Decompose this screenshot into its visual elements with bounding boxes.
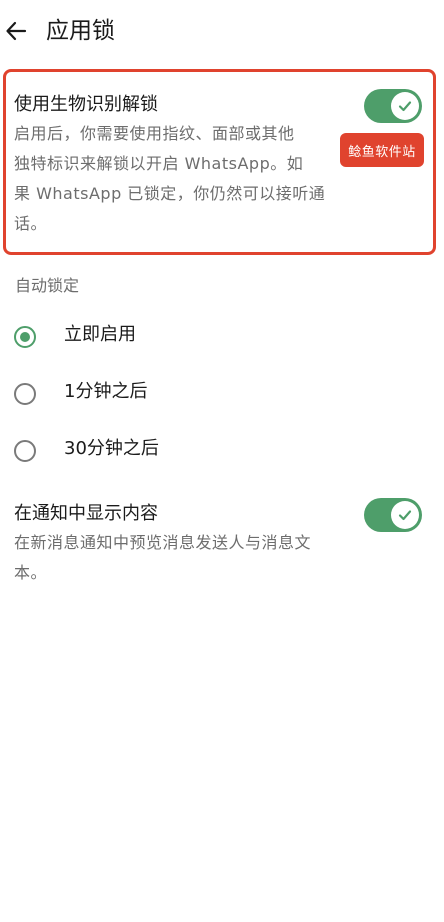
arrow-left-icon	[6, 21, 27, 41]
radio-button[interactable]	[14, 383, 36, 405]
biometric-desc-line: 话。	[14, 214, 48, 233]
radio-label: 立即启用	[64, 324, 136, 345]
radio-label: 30分钟之后	[64, 438, 159, 459]
checkmark-icon	[398, 510, 412, 521]
toggle-knob	[391, 92, 419, 120]
notification-title: 在通知中显示内容	[14, 503, 158, 524]
toggle-knob	[391, 501, 419, 529]
biometric-toggle[interactable]	[364, 89, 422, 123]
notification-toggle[interactable]	[364, 498, 422, 532]
radio-option-1-minute[interactable]: 1分钟之后	[0, 371, 444, 419]
notification-desc-line: 本。	[14, 563, 48, 582]
watermark-badge: 鲶鱼软件站	[340, 133, 424, 167]
biometric-desc-line: 启用后，你需要使用指纹、面部或其他	[14, 124, 295, 143]
radio-button-checked[interactable]	[14, 326, 36, 348]
back-button[interactable]	[2, 14, 30, 48]
notification-desc-line: 在新消息通知中预览消息发送人与消息文	[14, 533, 312, 552]
radio-option-30-minutes[interactable]: 30分钟之后	[0, 428, 444, 476]
radio-label: 1分钟之后	[64, 381, 148, 402]
top-app-bar: 应用锁	[0, 0, 444, 66]
radio-button[interactable]	[14, 440, 36, 462]
checkmark-icon	[398, 101, 412, 112]
auto-lock-section-label: 自动锁定	[15, 276, 80, 295]
page-title: 应用锁	[46, 18, 115, 44]
biometric-desc-line: 果 WhatsApp 已锁定，你仍然可以接听通	[14, 184, 326, 203]
radio-option-immediately[interactable]: 立即启用	[0, 314, 444, 362]
biometric-desc-line: 独特标识来解锁以开启 WhatsApp。如	[14, 154, 304, 173]
biometric-title: 使用生物识别解锁	[14, 94, 158, 115]
